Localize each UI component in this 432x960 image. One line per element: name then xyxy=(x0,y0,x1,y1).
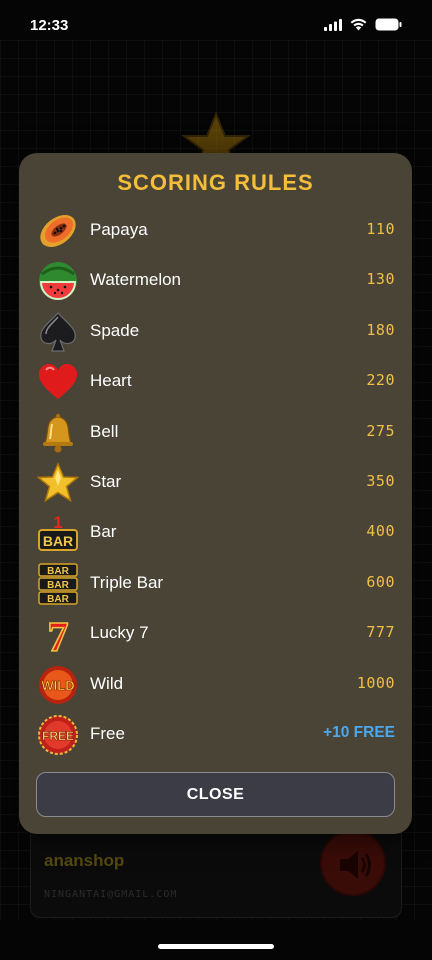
rule-row-triple-bar: BAR BAR BAR Triple Bar 600 xyxy=(19,558,412,608)
sound-button[interactable] xyxy=(320,830,386,896)
rule-row-papaya: Papaya 110 xyxy=(19,205,412,255)
rule-name: Wild xyxy=(90,673,124,693)
svg-text:BAR: BAR xyxy=(47,594,69,605)
svg-text:BAR: BAR xyxy=(43,533,73,549)
scoring-rules-dialog: SCORING RULES Papaya 110 Watermelon 130 … xyxy=(19,153,412,834)
watermelon-icon xyxy=(37,260,79,302)
rule-score: 275 xyxy=(366,421,395,440)
rule-score: 350 xyxy=(366,471,395,490)
rule-score: 400 xyxy=(366,522,395,541)
status-time: 12:33 xyxy=(30,17,69,34)
rule-row-wild: WILD Wild 1000 xyxy=(19,659,412,709)
battery-icon xyxy=(375,18,402,31)
rules-list: Papaya 110 Watermelon 130 Spade 180 Hear… xyxy=(19,205,412,759)
rule-name: Triple Bar xyxy=(90,572,164,592)
rule-score: 600 xyxy=(366,572,395,591)
rule-row-watermelon: Watermelon 130 xyxy=(19,255,412,305)
rule-row-heart: Heart 220 xyxy=(19,356,412,406)
dialog-title: SCORING RULES xyxy=(117,170,314,195)
rule-name: Spade xyxy=(90,320,140,340)
rule-score: 220 xyxy=(366,371,395,390)
bell-icon xyxy=(37,412,79,454)
rule-score: 110 xyxy=(366,220,395,238)
free-icon: FREE xyxy=(37,714,79,756)
svg-text:WILD: WILD xyxy=(41,678,74,693)
wild-icon: WILD xyxy=(37,664,79,706)
status-icons xyxy=(324,18,402,31)
rule-row-spade: Spade 180 xyxy=(19,306,412,356)
rule-name: Heart xyxy=(90,371,132,391)
bar-icon: 1 BAR xyxy=(37,512,79,554)
rule-row-star: Star 350 xyxy=(19,457,412,507)
rule-name: Bar xyxy=(90,522,117,542)
shop-name: ananshop xyxy=(44,851,125,870)
heart-icon xyxy=(37,361,79,403)
svg-text:BAR: BAR xyxy=(47,580,69,591)
rule-name: Star xyxy=(90,471,122,491)
rule-score: 130 xyxy=(366,270,395,289)
contact-email: NINGANTAI@GMAIL.COM xyxy=(44,889,178,900)
wifi-icon xyxy=(350,18,367,31)
rule-name: Free xyxy=(90,723,125,743)
speaker-icon xyxy=(340,851,371,879)
rule-row-bell: Bell 275 xyxy=(19,407,412,457)
rule-name: Lucky 7 xyxy=(90,623,149,643)
rule-name: Bell xyxy=(90,421,119,441)
rule-row-bar: 1 BAR Bar 400 xyxy=(19,507,412,557)
rule-score: +10 FREE xyxy=(323,723,395,741)
rule-row-free: FREE Free +10 FREE xyxy=(19,709,412,759)
spade-icon xyxy=(37,311,79,353)
rule-score: 180 xyxy=(366,320,395,339)
home-indicator[interactable] xyxy=(158,944,274,949)
star-icon xyxy=(37,462,79,504)
signal-icon xyxy=(324,18,342,31)
papaya-icon xyxy=(37,210,79,252)
rule-score: 777 xyxy=(366,623,395,642)
rule-name: Papaya xyxy=(90,220,148,239)
status-bar: 12:33 xyxy=(0,0,432,48)
svg-text:7: 7 xyxy=(48,615,69,655)
svg-text:BAR: BAR xyxy=(47,566,69,577)
svg-text:FREE: FREE xyxy=(42,729,74,743)
rule-score: 1000 xyxy=(356,673,395,692)
close-button[interactable]: CLOSE xyxy=(36,772,395,817)
rule-row-lucky-7: 7 Lucky 7 777 xyxy=(19,608,412,658)
rule-name: Watermelon xyxy=(90,270,182,290)
lucky-7-icon: 7 xyxy=(37,613,79,655)
triple-bar-icon: BAR BAR BAR xyxy=(37,562,79,605)
